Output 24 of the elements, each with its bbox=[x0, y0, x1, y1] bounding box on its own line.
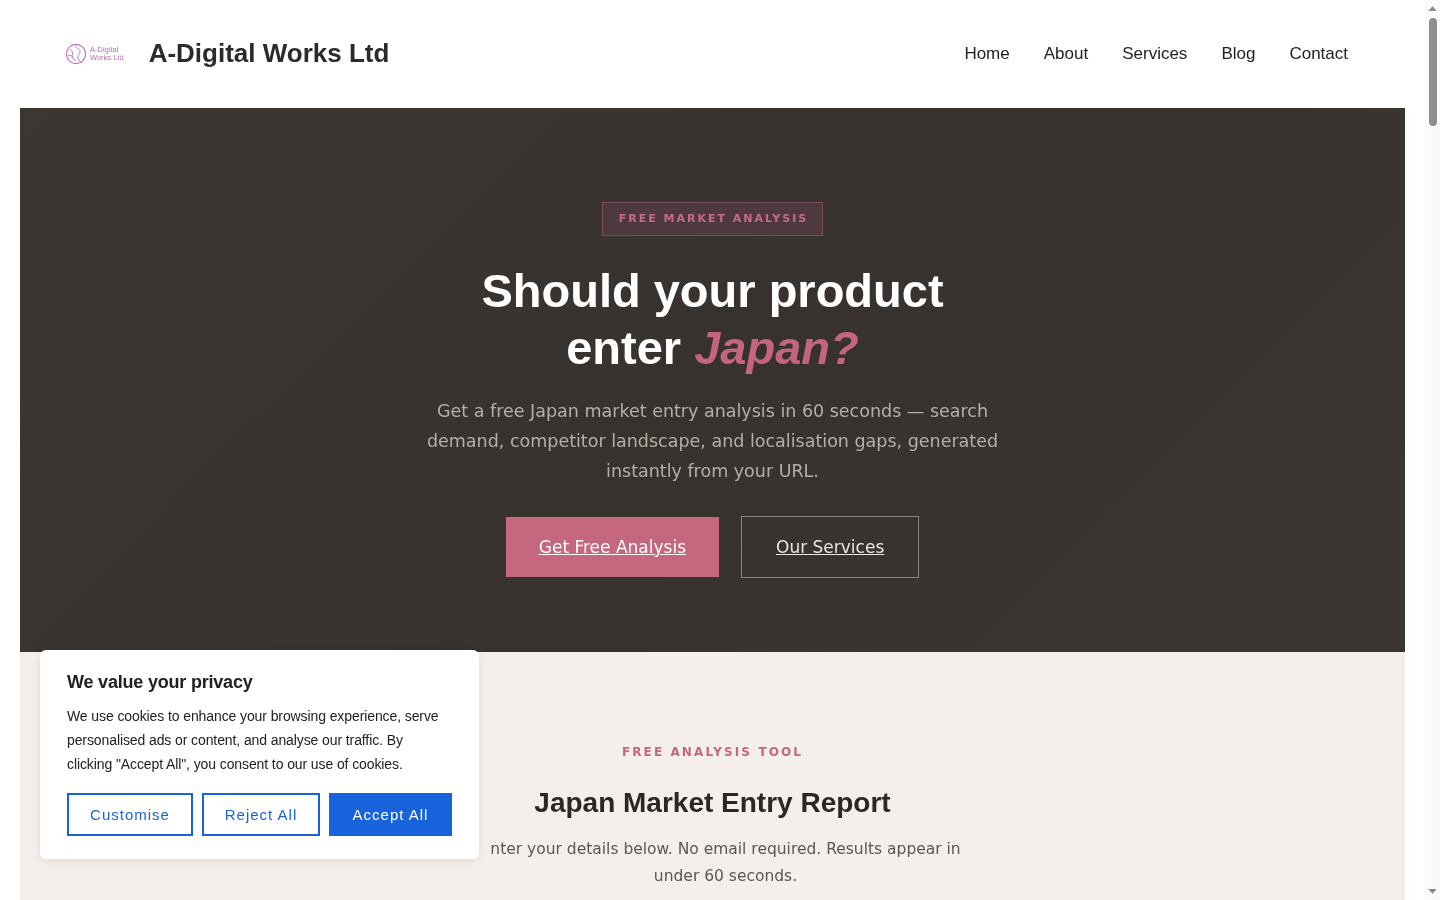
section-description: nter your details below. No email required. Results appear in under 60 seconds. bbox=[489, 839, 962, 887]
scroll-up-arrow-icon[interactable] bbox=[1428, 6, 1437, 11]
cookie-title: We value your privacy bbox=[67, 671, 254, 694]
cookie-button[interactable]: Reject All bbox=[202, 793, 320, 836]
section-heading: Japan Market Entry Report bbox=[534, 786, 891, 820]
hero-cta-button[interactable]: Our Services bbox=[741, 516, 920, 578]
cookie-button[interactable]: Accept All bbox=[329, 793, 452, 836]
scrollbar-track[interactable] bbox=[1425, 0, 1440, 900]
nav-link[interactable]: About bbox=[1043, 43, 1089, 65]
hero-cta-button[interactable]: Get Free Analysis bbox=[505, 517, 719, 577]
hero-heading: Should your product enter Japan? bbox=[480, 263, 945, 376]
scroll-down-arrow-icon[interactable] bbox=[1428, 889, 1437, 894]
nav-link[interactable]: Home bbox=[964, 43, 1010, 65]
section-eyebrow: FREE ANALYSIS TOOL bbox=[621, 744, 804, 760]
nav-link[interactable]: Contact bbox=[1289, 43, 1348, 65]
cookie-button[interactable]: Customise bbox=[67, 793, 193, 836]
scrollbar-thumb[interactable] bbox=[1428, 18, 1437, 126]
cookie-text: We use cookies to enhance your browsing experience, serve personalised ads or content, and analyse our traffic. By clicking "Accept All", you consent to our use of cookies. bbox=[67, 707, 440, 774]
hero-badge: FREE MARKET ANALYSIS bbox=[601, 202, 824, 236]
nav-link[interactable]: Services bbox=[1122, 43, 1188, 65]
nav-link[interactable]: Blog bbox=[1221, 43, 1256, 65]
logo-globe-icon bbox=[65, 43, 87, 65]
site-title[interactable]: A-Digital Works Ltd bbox=[148, 38, 390, 70]
hero-description: Get a free Japan market entry analysis in 60 seconds — search demand, competitor landscape, and localisation gaps, generated instantly from your URL. bbox=[425, 400, 1000, 483]
